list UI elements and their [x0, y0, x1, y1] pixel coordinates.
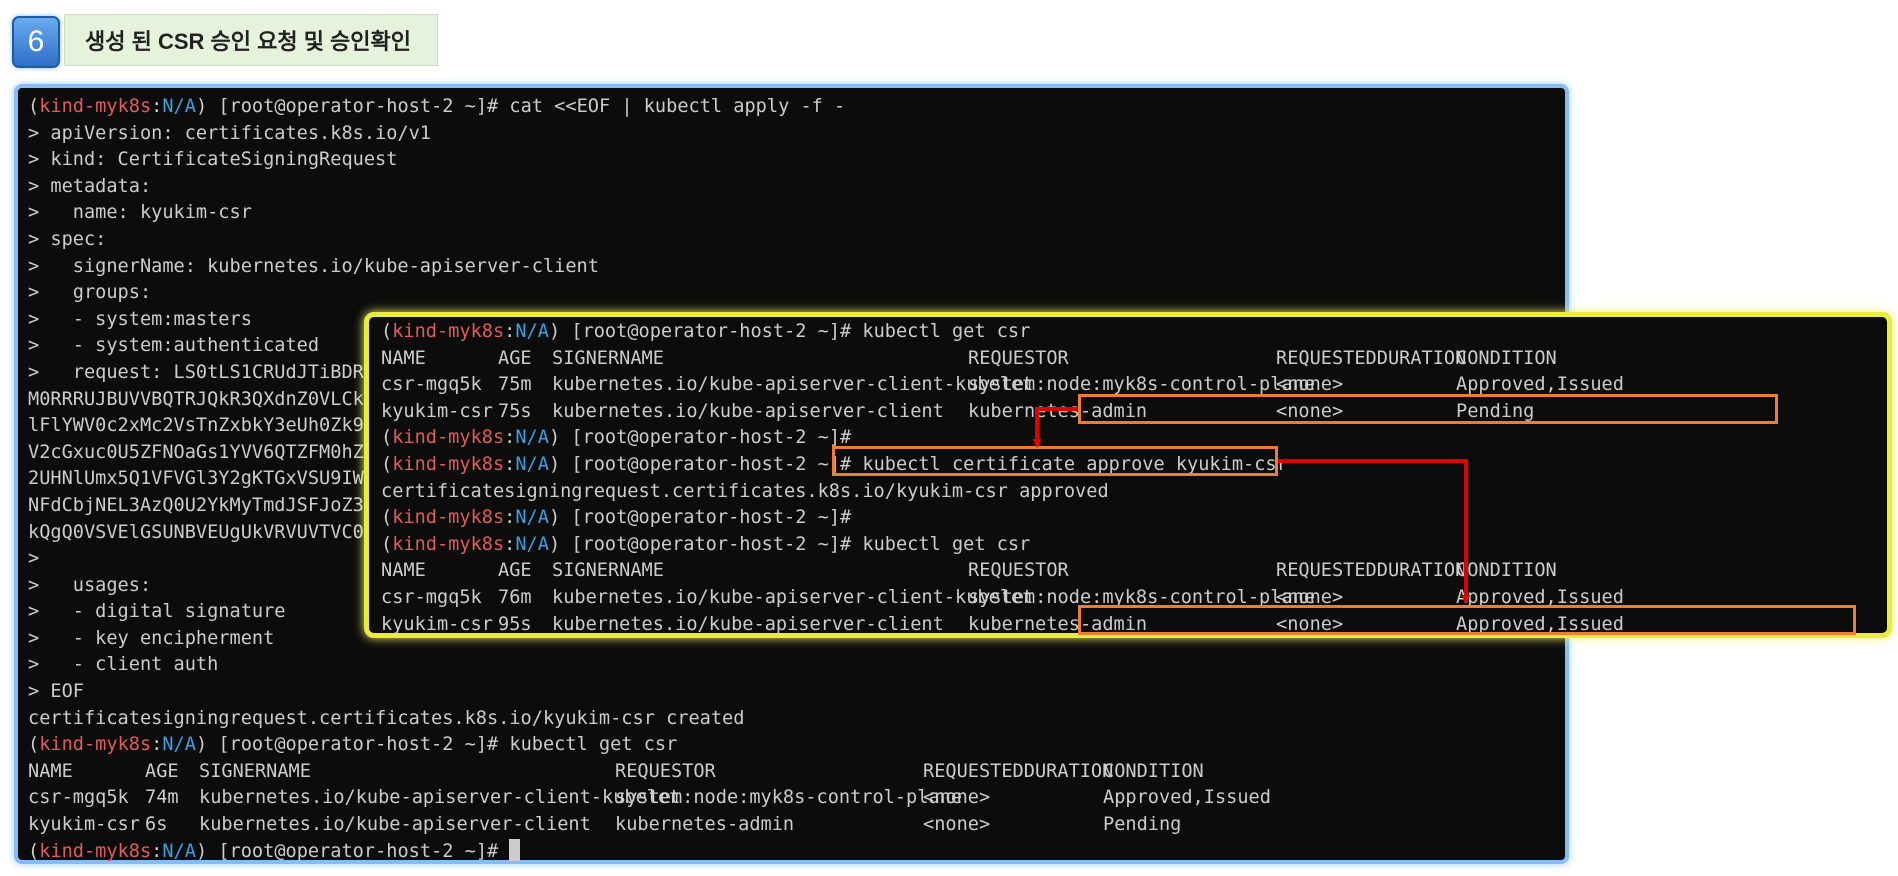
- table-cell: REQUESTOR: [968, 560, 1069, 582]
- table-cell: AGE: [145, 760, 179, 782]
- heredoc-line: > EOF: [28, 681, 84, 703]
- table-cell: system:node:myk8s-control-plane: [968, 374, 1316, 396]
- csr-table-after: NAME AGE SIGNERNAME REQUESTOR REQUESTEDDURAT…: [381, 558, 1887, 638]
- step-title: 생성 된 CSR 승인 요청 및 승인확인: [64, 14, 439, 66]
- approve-output: certificatesigningrequest.certificates.k…: [381, 480, 1109, 502]
- table-row: kyukim-csr 6s kubernetes.io/kube-apiserver…: [28, 812, 1565, 839]
- table-cell: kubernetes.io/kube-apiserver-client: [199, 814, 591, 836]
- heredoc-line: > groups:: [28, 282, 152, 304]
- table-cell: <none>: [1276, 400, 1344, 422]
- table-cell: kubernetes.io/kube-apiserver-client-kube…: [552, 586, 1034, 608]
- table-cell: 75s: [498, 400, 532, 422]
- table-row: csr-mgq5k 75m kubernetes.io/kube-apiserver…: [381, 372, 1887, 399]
- table-cell: NAME: [28, 760, 73, 782]
- command-line: (kind-myk8s:N/A) [root@operator-host-2 ~…: [28, 734, 678, 756]
- prompt-line: (kind-myk8s:N/A) [root@operator-host-2 ~…: [381, 507, 863, 529]
- csr-table-before: NAME AGE SIGNERNAME REQUESTOR REQUESTEDDURAT…: [381, 346, 1887, 426]
- prompt-line: (kind-myk8s:N/A) [root@operator-host-2 ~…: [381, 427, 863, 449]
- table-cell: kubernetes-admin: [615, 814, 795, 836]
- table-cell: REQUESTEDDURATION: [923, 760, 1114, 782]
- table-cell: NAME: [381, 347, 426, 369]
- table-cell: 76m: [498, 586, 532, 608]
- heredoc-line: certificatesigningrequest.certificates.k…: [28, 707, 745, 729]
- table-cell: Approved,Issued: [1456, 613, 1624, 635]
- table-header-row: NAME AGE SIGNERNAME REQUESTOR REQUESTEDDURAT…: [381, 558, 1887, 585]
- table-cell: 75m: [498, 374, 532, 396]
- table-cell: Approved,Issued: [1103, 787, 1271, 809]
- heredoc-line: > metadata:: [28, 175, 152, 197]
- table-header-row: NAME AGE SIGNERNAME REQUESTOR REQUESTEDDURAT…: [28, 759, 1565, 786]
- table-cell: SIGNERNAME: [552, 560, 664, 582]
- table-cell: 95s: [498, 613, 532, 635]
- terminal-cursor: [509, 838, 521, 861]
- table-cell: SIGNERNAME: [199, 760, 311, 782]
- table-cell: csr-mgq5k: [28, 787, 129, 809]
- table-row: csr-mgq5k 76m kubernetes.io/kube-apiserver…: [381, 585, 1887, 612]
- table-cell: kyukim-csr: [381, 613, 493, 635]
- table-cell: CONDITION: [1456, 560, 1557, 582]
- overlay-terminal[interactable]: (kind-myk8s:N/A) [root@operator-host-2 ~…: [364, 312, 1892, 638]
- table-cell: CONDITION: [1103, 760, 1204, 782]
- prompt-line[interactable]: (kind-myk8s:N/A) [root@operator-host-2 ~…: [28, 838, 1565, 866]
- table-cell: kubernetes.io/kube-apiserver-client-kube…: [199, 787, 681, 809]
- table-cell: Approved,Issued: [1456, 374, 1624, 396]
- heredoc-line: > - client auth: [28, 654, 219, 676]
- table-cell: AGE: [498, 560, 532, 582]
- table-cell: REQUESTOR: [968, 347, 1069, 369]
- table-header-row: NAME AGE SIGNERNAME REQUESTOR REQUESTEDDURAT…: [381, 346, 1887, 373]
- table-cell: csr-mgq5k: [381, 586, 482, 608]
- csr-table: NAME AGE SIGNERNAME REQUESTOR REQUESTEDDURAT…: [28, 759, 1565, 839]
- heredoc-line: > kind: CertificateSigningRequest: [28, 149, 398, 171]
- table-cell: Pending: [1456, 400, 1535, 422]
- table-cell: 74m: [145, 787, 179, 809]
- heredoc-line: > name: kyukim-csr: [28, 202, 252, 224]
- table-cell: kubernetes.io/kube-apiserver-client: [552, 400, 944, 422]
- table-cell: CONDITION: [1456, 347, 1557, 369]
- command-line: (kind-myk8s:N/A) [root@operator-host-2 ~…: [381, 533, 1031, 555]
- table-cell: <none>: [1276, 613, 1344, 635]
- command-line: (kind-myk8s:N/A) [root@operator-host-2 ~…: [28, 96, 846, 117]
- table-row: kyukim-csr 95s kubernetes.io/kube-apiserve…: [381, 612, 1887, 639]
- heredoc-line: > apiVersion: certificates.k8s.io/v1: [28, 122, 431, 144]
- table-cell: kyukim-csr: [28, 814, 140, 836]
- table-cell: NAME: [381, 560, 426, 582]
- table-cell: csr-mgq5k: [381, 374, 482, 396]
- heredoc-line: > spec:: [28, 228, 107, 250]
- table-cell: Pending: [1103, 814, 1182, 836]
- command-line: (kind-myk8s:N/A) [root@operator-host-2 ~…: [381, 321, 1031, 342]
- table-cell: <none>: [923, 814, 991, 836]
- table-cell: kubernetes.io/kube-apiserver-client: [552, 613, 944, 635]
- table-cell: REQUESTOR: [615, 760, 716, 782]
- table-cell: Approved,Issued: [1456, 586, 1624, 608]
- table-cell: REQUESTEDDURATION: [1276, 560, 1467, 582]
- table-cell: SIGNERNAME: [552, 347, 664, 369]
- table-cell: <none>: [923, 787, 991, 809]
- table-row: csr-mgq5k 74m kubernetes.io/kube-apiserver…: [28, 785, 1565, 812]
- table-cell: kubernetes-admin: [968, 613, 1148, 635]
- table-row: kyukim-csr 75s kubernetes.io/kube-apiserve…: [381, 399, 1887, 426]
- heredoc-line: > signerName: kubernetes.io/kube-apiserv…: [28, 255, 599, 277]
- table-cell: 6s: [145, 814, 168, 836]
- table-cell: AGE: [498, 347, 532, 369]
- table-cell: <none>: [1276, 374, 1344, 396]
- table-cell: <none>: [1276, 586, 1344, 608]
- table-cell: kyukim-csr: [381, 400, 493, 422]
- step-number-badge: 6: [12, 16, 60, 68]
- command-line: (kind-myk8s:N/A) [root@operator-host-2 ~…: [381, 453, 1288, 475]
- table-cell: kubernetes-admin: [968, 400, 1148, 422]
- table-cell: system:node:myk8s-control-plane: [615, 787, 963, 809]
- table-cell: kubernetes.io/kube-apiserver-client-kube…: [552, 374, 1034, 396]
- table-cell: system:node:myk8s-control-plane: [968, 586, 1316, 608]
- table-cell: REQUESTEDDURATION: [1276, 347, 1467, 369]
